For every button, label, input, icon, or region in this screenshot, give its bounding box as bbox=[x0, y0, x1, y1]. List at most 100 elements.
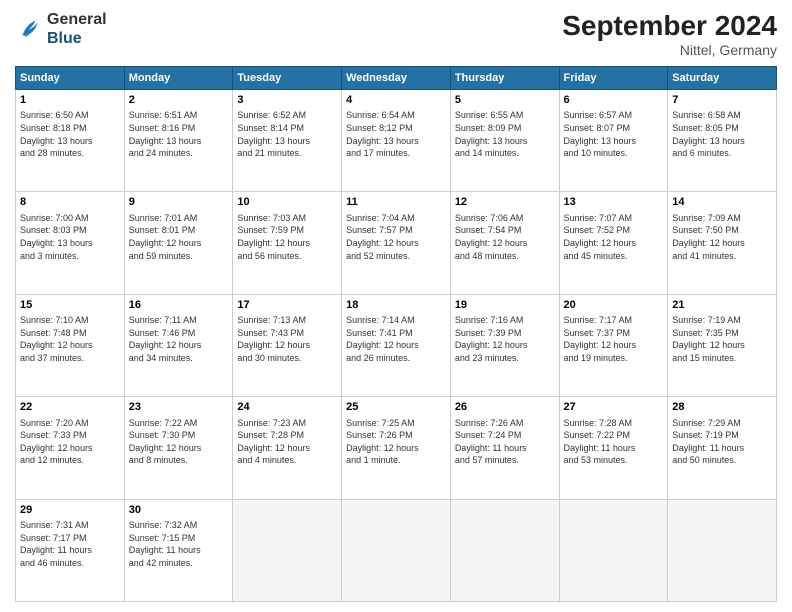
col-wednesday: Wednesday bbox=[342, 67, 451, 90]
day-number: 1 bbox=[20, 93, 120, 108]
calendar-week-row: 29Sunrise: 7:31 AM Sunset: 7:17 PM Dayli… bbox=[16, 499, 777, 601]
table-row: 27 Sunrise: 7:28 AM Sunset: 7:22 PM Dayli… bbox=[559, 397, 668, 499]
day-number: 9 bbox=[129, 195, 229, 210]
table-row: 6Sunrise: 6:57 AM Sunset: 8:07 PM Daylig… bbox=[559, 90, 668, 192]
day-info: Sunrise: 7:26 AM Sunset: 7:24 PM Dayligh… bbox=[455, 417, 555, 467]
day-number: 8 bbox=[20, 195, 120, 210]
day-info: Sunrise: 7:13 AM Sunset: 7:43 PM Dayligh… bbox=[237, 314, 337, 364]
day-info: Sunrise: 7:29 AM Sunset: 7:19 PM Dayligh… bbox=[672, 417, 772, 467]
table-row: 28 Sunrise: 7:29 AM Sunset: 7:19 PM Dayli… bbox=[668, 397, 777, 499]
day-number: 23 bbox=[129, 400, 229, 415]
table-row: 11 Sunrise: 7:04 AM Sunset: 7:57 PM Dayli… bbox=[342, 192, 451, 294]
header: General Blue September 2024 Nittel, Germ… bbox=[15, 10, 777, 58]
day-info: Sunrise: 7:20 AM Sunset: 7:33 PM Dayligh… bbox=[20, 417, 120, 467]
day-number: 29 bbox=[20, 503, 120, 518]
day-number: 14 bbox=[672, 195, 772, 210]
day-number: 19 bbox=[455, 298, 555, 313]
logo-general: General bbox=[47, 10, 107, 29]
day-number: 4 bbox=[346, 93, 446, 108]
table-row: 10 Sunrise: 7:03 AM Sunset: 7:59 PM Dayli… bbox=[233, 192, 342, 294]
table-row: 23 Sunrise: 7:22 AM Sunset: 7:30 PM Dayli… bbox=[124, 397, 233, 499]
day-info: Sunrise: 7:23 AM Sunset: 7:28 PM Dayligh… bbox=[237, 417, 337, 467]
table-row: 2Sunrise: 6:51 AM Sunset: 8:16 PM Daylig… bbox=[124, 90, 233, 192]
table-row: 14 Sunrise: 7:09 AM Sunset: 7:50 PM Dayli… bbox=[668, 192, 777, 294]
logo: General Blue bbox=[15, 10, 107, 48]
day-info: Sunrise: 7:10 AM Sunset: 7:48 PM Dayligh… bbox=[20, 314, 120, 364]
day-number: 25 bbox=[346, 400, 446, 415]
day-number: 12 bbox=[455, 195, 555, 210]
day-info: Sunrise: 7:28 AM Sunset: 7:22 PM Dayligh… bbox=[564, 417, 664, 467]
day-info: Sunrise: 7:25 AM Sunset: 7:26 PM Dayligh… bbox=[346, 417, 446, 467]
table-row: 21Sunrise: 7:19 AM Sunset: 7:35 PM Dayli… bbox=[668, 294, 777, 396]
day-number: 10 bbox=[237, 195, 337, 210]
table-row bbox=[342, 499, 451, 601]
day-info: Sunrise: 6:55 AM Sunset: 8:09 PM Dayligh… bbox=[455, 109, 555, 159]
day-info: Sunrise: 7:14 AM Sunset: 7:41 PM Dayligh… bbox=[346, 314, 446, 364]
table-row bbox=[668, 499, 777, 601]
logo-text: General Blue bbox=[47, 10, 107, 48]
day-info: Sunrise: 7:16 AM Sunset: 7:39 PM Dayligh… bbox=[455, 314, 555, 364]
table-row: 19Sunrise: 7:16 AM Sunset: 7:39 PM Dayli… bbox=[450, 294, 559, 396]
table-row: 13Sunrise: 7:07 AM Sunset: 7:52 PM Dayli… bbox=[559, 192, 668, 294]
day-number: 24 bbox=[237, 400, 337, 415]
table-row bbox=[450, 499, 559, 601]
day-info: Sunrise: 7:01 AM Sunset: 8:01 PM Dayligh… bbox=[129, 212, 229, 262]
table-row: 7Sunrise: 6:58 AM Sunset: 8:05 PM Daylig… bbox=[668, 90, 777, 192]
day-number: 17 bbox=[237, 298, 337, 313]
day-number: 21 bbox=[672, 298, 772, 313]
table-row: 25 Sunrise: 7:25 AM Sunset: 7:26 PM Dayli… bbox=[342, 397, 451, 499]
day-info: Sunrise: 7:03 AM Sunset: 7:59 PM Dayligh… bbox=[237, 212, 337, 262]
table-row: 5Sunrise: 6:55 AM Sunset: 8:09 PM Daylig… bbox=[450, 90, 559, 192]
day-number: 3 bbox=[237, 93, 337, 108]
calendar-week-row: 22 Sunrise: 7:20 AM Sunset: 7:33 PM Dayli… bbox=[16, 397, 777, 499]
day-number: 13 bbox=[564, 195, 664, 210]
day-info: Sunrise: 7:09 AM Sunset: 7:50 PM Dayligh… bbox=[672, 212, 772, 262]
table-row: 29Sunrise: 7:31 AM Sunset: 7:17 PM Dayli… bbox=[16, 499, 125, 601]
day-info: Sunrise: 6:51 AM Sunset: 8:16 PM Dayligh… bbox=[129, 109, 229, 159]
day-info: Sunrise: 7:32 AM Sunset: 7:15 PM Dayligh… bbox=[129, 519, 229, 569]
calendar-week-row: 1Sunrise: 6:50 AM Sunset: 8:18 PM Daylig… bbox=[16, 90, 777, 192]
table-row: 9 Sunrise: 7:01 AM Sunset: 8:01 PM Daylig… bbox=[124, 192, 233, 294]
col-saturday: Saturday bbox=[668, 67, 777, 90]
col-sunday: Sunday bbox=[16, 67, 125, 90]
day-info: Sunrise: 7:22 AM Sunset: 7:30 PM Dayligh… bbox=[129, 417, 229, 467]
table-row: 17Sunrise: 7:13 AM Sunset: 7:43 PM Dayli… bbox=[233, 294, 342, 396]
table-row bbox=[559, 499, 668, 601]
calendar-week-row: 15Sunrise: 7:10 AM Sunset: 7:48 PM Dayli… bbox=[16, 294, 777, 396]
day-number: 11 bbox=[346, 195, 446, 210]
location-subtitle: Nittel, Germany bbox=[562, 42, 777, 58]
day-info: Sunrise: 7:19 AM Sunset: 7:35 PM Dayligh… bbox=[672, 314, 772, 364]
table-row: 8Sunrise: 7:00 AM Sunset: 8:03 PM Daylig… bbox=[16, 192, 125, 294]
table-row: 24 Sunrise: 7:23 AM Sunset: 7:28 PM Dayli… bbox=[233, 397, 342, 499]
table-row: 18Sunrise: 7:14 AM Sunset: 7:41 PM Dayli… bbox=[342, 294, 451, 396]
day-number: 2 bbox=[129, 93, 229, 108]
day-info: Sunrise: 7:06 AM Sunset: 7:54 PM Dayligh… bbox=[455, 212, 555, 262]
day-number: 30 bbox=[129, 503, 229, 518]
day-number: 28 bbox=[672, 400, 772, 415]
table-row: 12 Sunrise: 7:06 AM Sunset: 7:54 PM Dayli… bbox=[450, 192, 559, 294]
logo-blue: Blue bbox=[47, 29, 107, 48]
col-friday: Friday bbox=[559, 67, 668, 90]
table-row: 30Sunrise: 7:32 AM Sunset: 7:15 PM Dayli… bbox=[124, 499, 233, 601]
day-number: 27 bbox=[564, 400, 664, 415]
table-row: 20Sunrise: 7:17 AM Sunset: 7:37 PM Dayli… bbox=[559, 294, 668, 396]
col-thursday: Thursday bbox=[450, 67, 559, 90]
table-row: 4Sunrise: 6:54 AM Sunset: 8:12 PM Daylig… bbox=[342, 90, 451, 192]
day-info: Sunrise: 7:31 AM Sunset: 7:17 PM Dayligh… bbox=[20, 519, 120, 569]
title-area: September 2024 Nittel, Germany bbox=[562, 10, 777, 58]
day-info: Sunrise: 7:04 AM Sunset: 7:57 PM Dayligh… bbox=[346, 212, 446, 262]
day-info: Sunrise: 7:11 AM Sunset: 7:46 PM Dayligh… bbox=[129, 314, 229, 364]
day-info: Sunrise: 6:54 AM Sunset: 8:12 PM Dayligh… bbox=[346, 109, 446, 159]
day-number: 6 bbox=[564, 93, 664, 108]
col-monday: Monday bbox=[124, 67, 233, 90]
day-info: Sunrise: 6:50 AM Sunset: 8:18 PM Dayligh… bbox=[20, 109, 120, 159]
table-row: 22 Sunrise: 7:20 AM Sunset: 7:33 PM Dayli… bbox=[16, 397, 125, 499]
table-row: 3Sunrise: 6:52 AM Sunset: 8:14 PM Daylig… bbox=[233, 90, 342, 192]
day-number: 20 bbox=[564, 298, 664, 313]
page: General Blue September 2024 Nittel, Germ… bbox=[0, 0, 792, 612]
month-title: September 2024 bbox=[562, 10, 777, 42]
day-number: 22 bbox=[20, 400, 120, 415]
day-info: Sunrise: 6:52 AM Sunset: 8:14 PM Dayligh… bbox=[237, 109, 337, 159]
day-info: Sunrise: 7:17 AM Sunset: 7:37 PM Dayligh… bbox=[564, 314, 664, 364]
day-number: 7 bbox=[672, 93, 772, 108]
